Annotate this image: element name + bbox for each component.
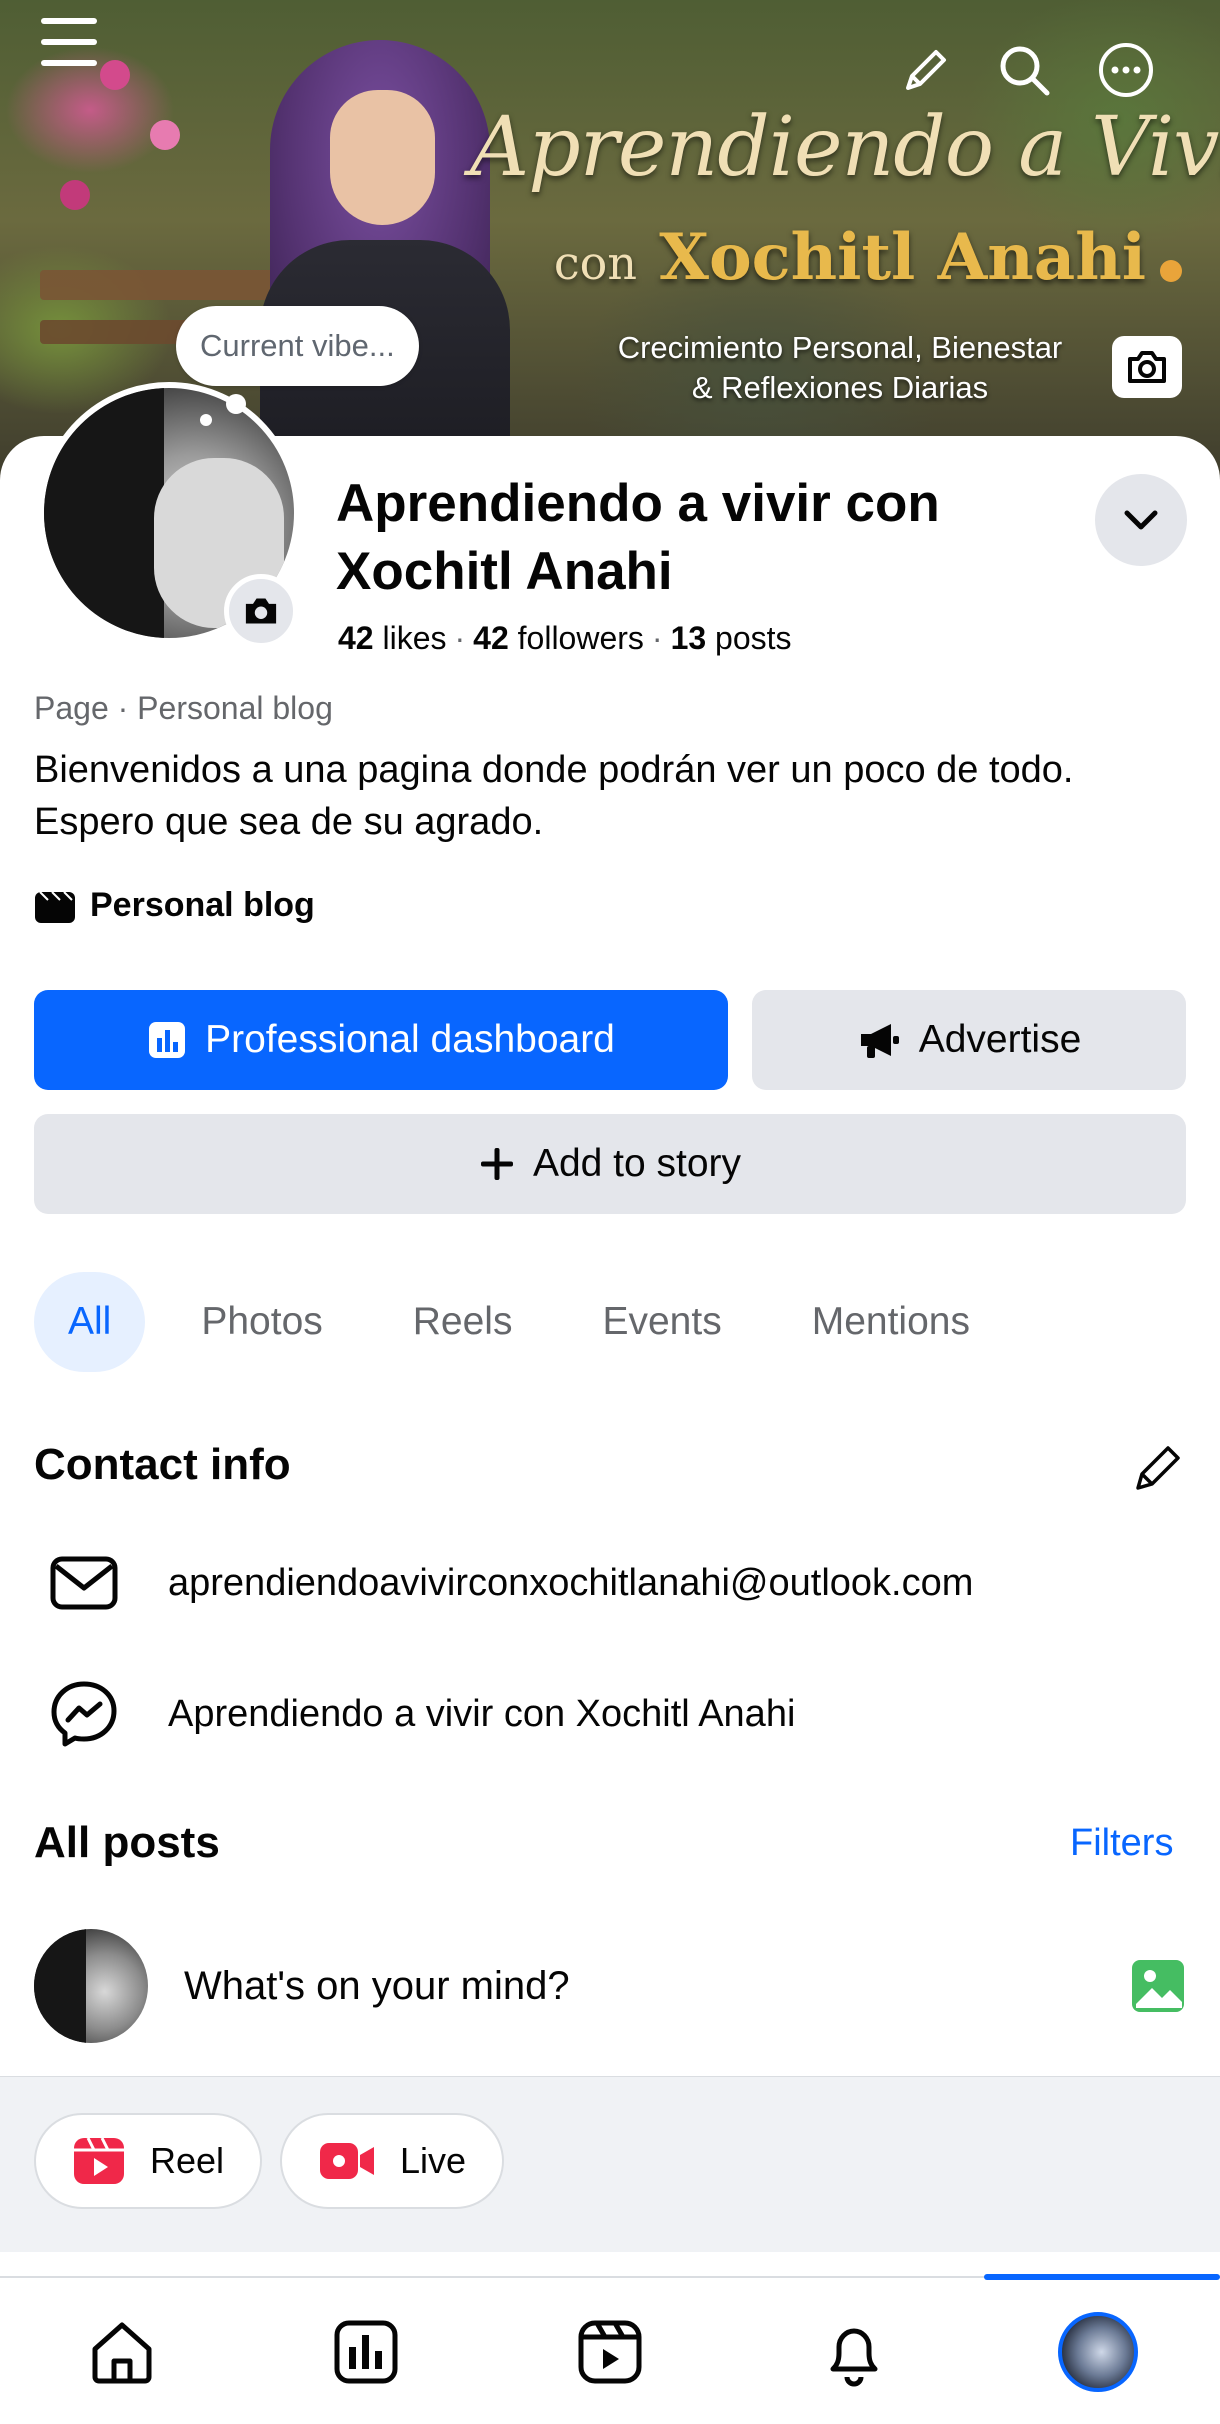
contact-messenger-row[interactable]: Aprendiendo a vivir con Xochitl Anahi <box>50 1680 795 1748</box>
megaphone-icon <box>860 1024 899 1058</box>
cover-subtitle: con Xochitl Anahi <box>510 220 1190 295</box>
reel-button-label: Reel <box>150 2140 225 2181</box>
menu-icon[interactable] <box>36 12 102 72</box>
posts-label: posts <box>715 620 792 656</box>
page-category: Page · Personal blog <box>34 690 333 726</box>
photo-icon[interactable] <box>1130 1958 1186 2014</box>
contact-messenger: Aprendiendo a vivir con Xochitl Anahi <box>168 1692 796 1735</box>
avatar-camera-button[interactable] <box>224 574 298 648</box>
page-bio: Bienvenidos a una pagina donde podrán ve… <box>34 749 1074 843</box>
reel-button[interactable]: Reel <box>34 2113 263 2209</box>
composer-avatar[interactable] <box>34 1929 148 2043</box>
camera-icon <box>1128 351 1166 383</box>
cover-subtitle-prefix: con <box>553 236 637 290</box>
cover-tagline: Crecimiento Personal, Bienestar & Reflex… <box>560 328 1120 408</box>
dashboard-icon <box>334 2320 398 2384</box>
followers-count: 42 <box>473 620 509 656</box>
create-options-bar: Reel Live <box>0 2076 1220 2252</box>
more-options-icon[interactable] <box>1094 38 1158 102</box>
live-button[interactable]: Live <box>280 2113 505 2209</box>
page-stats: 42 likes · 42 followers · 13 posts <box>338 620 792 656</box>
professional-dashboard-button[interactable]: Professional dashboard <box>34 990 728 1090</box>
advertise-button[interactable]: Advertise <box>752 990 1186 1090</box>
home-icon <box>92 2322 152 2384</box>
composer-prompt[interactable]: What's on your mind? <box>184 1964 1130 2009</box>
contact-email: aprendiendoavivirconxochitlanahi@outlook… <box>168 1561 974 1604</box>
likes-count: 42 <box>338 620 374 656</box>
post-composer[interactable]: What's on your mind? <box>34 1928 1186 2044</box>
nav-profile[interactable] <box>976 2274 1220 2424</box>
cover-subtitle-name: Xochitl Anahi <box>659 220 1147 295</box>
cover-title: Aprendiendo a Vivir <box>470 100 1220 195</box>
video-icon <box>578 2320 642 2384</box>
reel-icon <box>74 2137 124 2184</box>
add-to-story-button[interactable]: Add to story <box>34 1114 1186 1214</box>
nav-home[interactable] <box>0 2278 244 2424</box>
add-to-story-label: Add to story <box>532 1142 742 1185</box>
nav-dashboard[interactable] <box>244 2278 488 2424</box>
dashboard-button-label: Professional dashboard <box>205 1018 615 1061</box>
tab-events[interactable]: Events <box>568 1272 755 1372</box>
posts-count: 13 <box>670 620 707 656</box>
clapperboard-icon <box>35 890 75 923</box>
flower-decor <box>150 120 180 150</box>
all-posts-heading: All posts <box>34 1818 220 1867</box>
bottom-navigation <box>0 2274 1220 2424</box>
tab-reels[interactable]: Reels <box>379 1272 547 1372</box>
tab-mentions[interactable]: Mentions <box>778 1272 1004 1372</box>
followers-label[interactable]: followers <box>518 620 644 656</box>
cover-tagline-line1: Crecimiento Personal, Bienestar <box>617 330 1063 365</box>
messenger-icon <box>51 1681 117 1747</box>
filters-link[interactable]: Filters <box>1070 1822 1173 1865</box>
flower-decor <box>60 180 90 210</box>
category-row: Personal blog <box>34 886 315 925</box>
edit-contact-pencil-icon[interactable] <box>1130 1440 1190 1500</box>
current-vibe-bubble[interactable]: Current vibe... <box>176 306 419 386</box>
cover-tagline-line2: & Reflexiones Diarias <box>691 370 989 405</box>
content-tabs: All Photos Reels Events Mentions <box>34 1272 1026 1372</box>
page-title: Aprendiendo a vivir con Xochitl Anahi <box>336 474 940 601</box>
nav-video[interactable] <box>488 2278 732 2424</box>
bell-icon <box>830 2328 878 2387</box>
likes-label[interactable]: likes <box>382 620 446 656</box>
cover-camera-button[interactable] <box>1112 336 1182 398</box>
profile-avatar <box>1058 2312 1138 2392</box>
category-label: Personal blog <box>90 886 315 924</box>
nav-notifications[interactable] <box>732 2278 976 2424</box>
expand-profile-button[interactable] <box>1095 474 1187 566</box>
camera-icon <box>245 598 277 624</box>
chevron-down-icon <box>1124 510 1158 530</box>
live-button-label: Live <box>400 2140 467 2181</box>
dashboard-chart-icon <box>149 1022 186 1058</box>
contact-email-row[interactable]: aprendiendoavivirconxochitlanahi@outlook… <box>50 1556 973 1610</box>
edit-pencil-icon[interactable] <box>896 40 956 100</box>
plus-icon <box>480 1148 513 1180</box>
vibe-bubble-tail <box>200 414 212 426</box>
live-video-icon <box>320 2143 374 2179</box>
tab-all[interactable]: All <box>34 1272 146 1372</box>
flower-decor <box>100 60 130 90</box>
mail-icon <box>50 1556 118 1610</box>
advertise-button-label: Advertise <box>918 1018 1082 1061</box>
tab-photos[interactable]: Photos <box>167 1272 356 1372</box>
search-icon[interactable] <box>992 38 1056 102</box>
vibe-bubble-tail <box>226 394 246 414</box>
contact-info-heading: Contact info <box>34 1440 291 1489</box>
